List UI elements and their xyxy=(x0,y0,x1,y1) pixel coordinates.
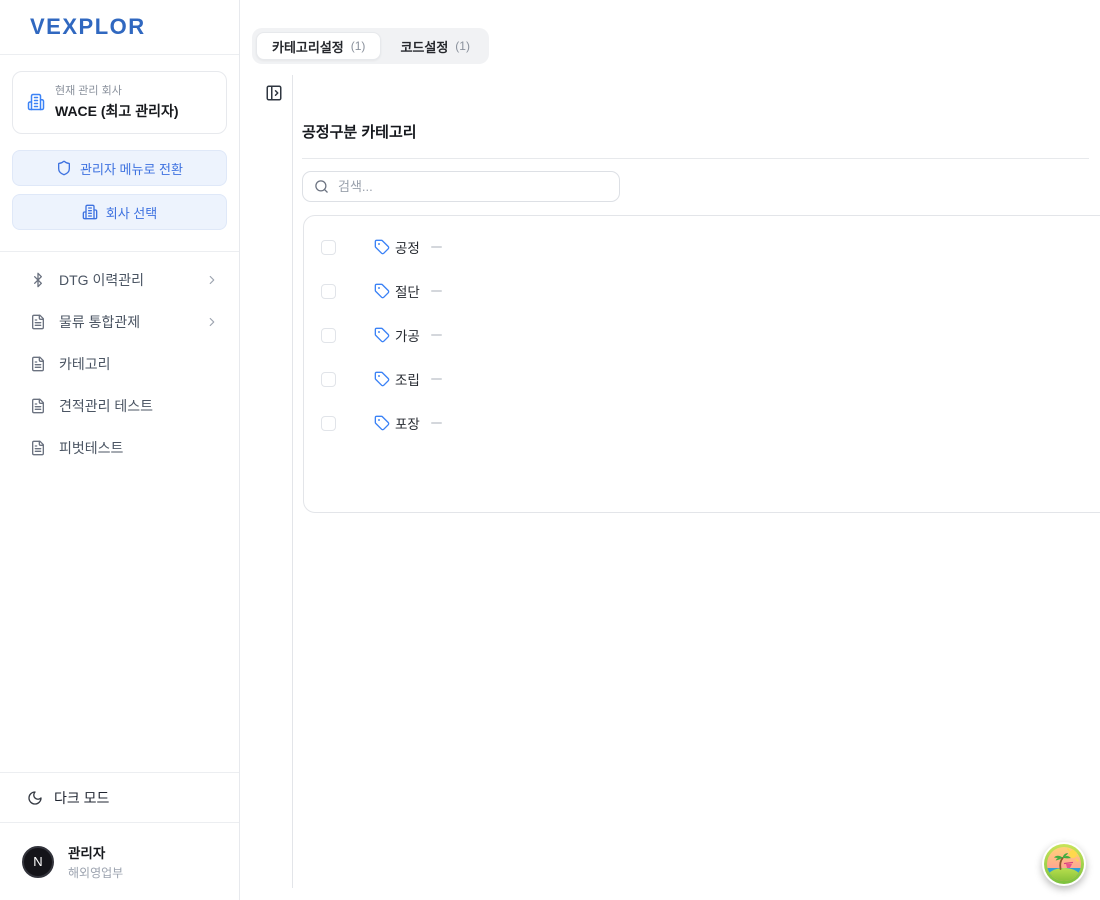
sidebar-item-label: DTG 이력관리 xyxy=(59,270,192,290)
row-dash-icon xyxy=(431,246,442,249)
switch-admin-menu-button[interactable]: 관리자 메뉴로 전환 xyxy=(12,150,227,186)
category-row[interactable]: 절단 xyxy=(304,269,1100,313)
search-box xyxy=(302,171,620,202)
sidebar-item-label: 견적관리 테스트 xyxy=(59,396,219,416)
sidebar-item-label: 피벗테스트 xyxy=(59,438,219,458)
dark-mode-toggle[interactable]: 다크 모드 xyxy=(0,772,239,822)
logo-area: VEXPLOR xyxy=(0,0,239,55)
building-icon xyxy=(82,204,98,220)
select-company-label: 회사 선택 xyxy=(106,203,157,222)
category-label: 조립 xyxy=(395,369,420,389)
tab-count: (1) xyxy=(351,39,366,53)
sidebar-item-estimate-test[interactable]: 견적관리 테스트 xyxy=(0,385,239,427)
tag-icon xyxy=(374,283,390,299)
main-area: 카테고리설정 (1) 코드설정 (1) 공정구분 카테고리 xyxy=(240,0,1100,900)
tab-label: 코드설정 xyxy=(400,37,448,56)
tag-icon xyxy=(374,371,390,387)
sidebar-item-label: 물류 통합관제 xyxy=(59,312,192,332)
user-name: 관리자 xyxy=(68,842,123,862)
row-dash-icon xyxy=(431,334,442,337)
content-panel: 공정구분 카테고리 공정 xyxy=(292,75,1100,888)
document-icon xyxy=(30,440,46,456)
sidebar-item-category[interactable]: 카테고리 xyxy=(0,343,239,385)
current-company-card: 현재 관리 회사 WACE (최고 관리자) xyxy=(12,71,227,134)
company-card-label: 현재 관리 회사 xyxy=(55,82,179,98)
tag-icon xyxy=(374,415,390,431)
search-icon xyxy=(314,179,329,194)
category-label: 포장 xyxy=(395,413,420,433)
row-dash-icon xyxy=(431,422,442,425)
document-icon xyxy=(30,356,46,372)
sidebar-nav: DTG 이력관리 물류 통합관제 카테고리 xyxy=(0,252,239,469)
tag-icon xyxy=(374,327,390,343)
row-checkbox[interactable] xyxy=(321,284,336,299)
tab-code-settings[interactable]: 코드설정 (1) xyxy=(385,32,485,60)
settings-tabs: 카테고리설정 (1) 코드설정 (1) xyxy=(252,28,489,64)
row-checkbox[interactable] xyxy=(321,328,336,343)
user-profile[interactable]: N 관리자 해외영업부 xyxy=(0,822,239,900)
switch-admin-menu-label: 관리자 메뉴로 전환 xyxy=(80,159,183,178)
category-label: 절단 xyxy=(395,281,420,301)
category-row[interactable]: 포장 xyxy=(304,401,1100,445)
category-row[interactable]: 가공 xyxy=(304,313,1100,357)
row-checkbox[interactable] xyxy=(321,416,336,431)
tab-count: (1) xyxy=(455,39,470,53)
category-list-card: 공정 절단 가공 xyxy=(303,215,1100,513)
chevron-right-icon xyxy=(205,273,219,287)
sidebar-item-dtg-history[interactable]: DTG 이력관리 xyxy=(0,259,239,301)
row-checkbox[interactable] xyxy=(321,240,336,255)
tag-icon xyxy=(374,239,390,255)
panel-toggle-icon[interactable] xyxy=(264,84,284,104)
sidebar: VEXPLOR 현재 관리 회사 WACE (최고 관리자) 관리자 메뉴로 전… xyxy=(0,0,240,900)
row-dash-icon xyxy=(431,378,442,381)
app-window: VEXPLOR 현재 관리 회사 WACE (최고 관리자) 관리자 메뉴로 전… xyxy=(0,0,1100,900)
document-icon xyxy=(30,314,46,330)
sidebar-item-logistics-control[interactable]: 물류 통합관제 xyxy=(0,301,239,343)
moon-icon xyxy=(27,790,43,806)
document-icon xyxy=(30,398,46,414)
sidebar-item-pivot-test[interactable]: 피벗테스트 xyxy=(0,427,239,469)
search-input[interactable] xyxy=(338,179,608,194)
bluetooth-icon xyxy=(30,272,46,288)
category-label: 공정 xyxy=(395,237,420,257)
avatar: N xyxy=(22,846,54,878)
row-checkbox[interactable] xyxy=(321,372,336,387)
avatar-initial: N xyxy=(33,854,42,869)
user-department: 해외영업부 xyxy=(68,864,123,881)
category-row[interactable]: 조립 xyxy=(304,357,1100,401)
company-card-name: WACE (최고 관리자) xyxy=(55,101,179,121)
title-divider xyxy=(302,158,1089,159)
island-widget-button[interactable] xyxy=(1042,842,1086,886)
sidebar-item-label: 카테고리 xyxy=(59,354,219,374)
tab-category-settings[interactable]: 카테고리설정 (1) xyxy=(256,32,381,60)
shield-icon xyxy=(56,160,72,176)
row-dash-icon xyxy=(431,290,442,293)
building-icon xyxy=(27,93,45,111)
dark-mode-label: 다크 모드 xyxy=(54,788,109,808)
category-row[interactable]: 공정 xyxy=(304,225,1100,269)
tab-label: 카테고리설정 xyxy=(272,37,344,56)
category-label: 가공 xyxy=(395,325,420,345)
page-title: 공정구분 카테고리 xyxy=(302,121,417,142)
select-company-button[interactable]: 회사 선택 xyxy=(12,194,227,230)
chevron-right-icon xyxy=(205,315,219,329)
vexplor-logo: VEXPLOR xyxy=(30,14,146,40)
